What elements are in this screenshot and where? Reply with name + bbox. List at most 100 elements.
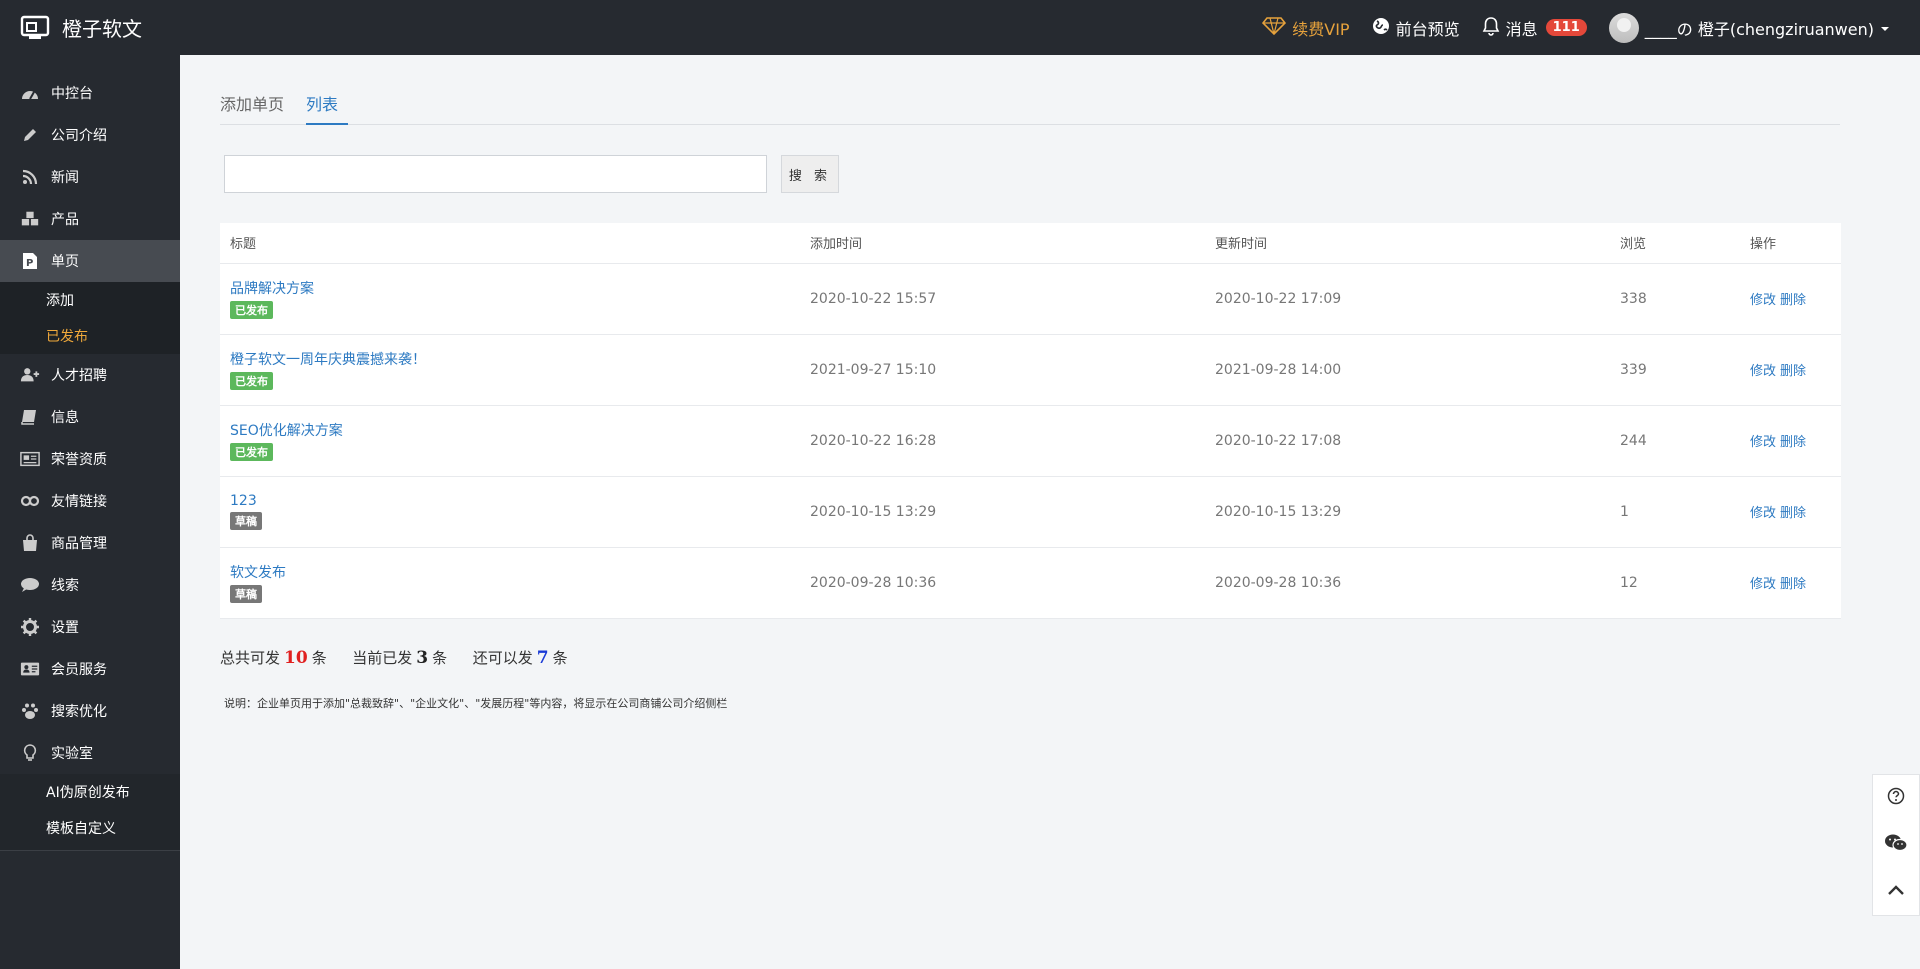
row-updated-time: 2020-10-22 17:08 bbox=[1205, 405, 1610, 477]
sidebar-item-label: 实验室 bbox=[51, 746, 93, 762]
id-card-icon bbox=[20, 659, 40, 679]
sidebar-item-label: 商品管理 bbox=[51, 536, 107, 552]
sidebar-item-member-service[interactable]: 会员服务 bbox=[0, 648, 180, 690]
unit-label: 条 bbox=[311, 649, 327, 667]
status-badge: 已发布 bbox=[230, 301, 273, 319]
sidebar-item-info[interactable]: 信息 bbox=[0, 396, 180, 438]
submenu-item-published[interactable]: 已发布 bbox=[0, 318, 180, 354]
column-header-actions: 操作 bbox=[1740, 223, 1841, 264]
row-views: 244 bbox=[1610, 405, 1740, 477]
messages-link[interactable]: 消息 111 bbox=[1482, 16, 1587, 40]
sidebar-item-news[interactable]: 新闻 bbox=[0, 156, 180, 198]
description-note: 说明：企业单页用于添加"总裁致辞"、"企业文化"、"发展历程"等内容，将显示在公… bbox=[224, 697, 728, 710]
main-content: 添加单页 列表 搜 索 标题 添加时间 更新时间 浏览 操作 品牌解决方案 已发… bbox=[180, 55, 1920, 969]
delete-link[interactable]: 删除 bbox=[1780, 435, 1806, 450]
quota-summary: 总共可发 10 条 当前已发 3 条 还可以发 7 条 bbox=[220, 647, 568, 668]
unit-label: 条 bbox=[552, 649, 568, 667]
edit-link[interactable]: 修改 bbox=[1750, 506, 1776, 521]
sidebar-item-goods[interactable]: 商品管理 bbox=[0, 522, 180, 564]
sidebar-item-company-intro[interactable]: 公司介绍 bbox=[0, 114, 180, 156]
search-input[interactable] bbox=[224, 155, 767, 193]
front-preview-label: 前台预览 bbox=[1395, 19, 1460, 39]
delete-link[interactable]: 删除 bbox=[1780, 293, 1806, 308]
sidebar-item-leads[interactable]: 线索 bbox=[0, 564, 180, 606]
newspaper-icon bbox=[20, 449, 40, 469]
edit-link[interactable]: 修改 bbox=[1750, 577, 1776, 592]
row-added-time: 2020-09-28 10:36 bbox=[800, 547, 1205, 619]
delete-link[interactable]: 删除 bbox=[1780, 364, 1806, 379]
tab-list[interactable]: 列表 bbox=[306, 85, 349, 125]
sidebar-item-single-page[interactable]: P 单页 bbox=[0, 240, 180, 282]
messages-label: 消息 bbox=[1505, 19, 1538, 39]
column-header-added: 添加时间 bbox=[800, 223, 1205, 264]
table-row: 软文发布草稿 2020-09-28 10:36 2020-09-28 10:36… bbox=[220, 547, 1841, 619]
sidebar-item-label: 荣誉资质 bbox=[51, 452, 107, 468]
edit-link[interactable]: 修改 bbox=[1750, 364, 1776, 379]
sidebar-item-seo[interactable]: 搜索优化 bbox=[0, 690, 180, 732]
help-button[interactable] bbox=[1882, 784, 1910, 812]
cubes-icon bbox=[20, 209, 40, 229]
sidebar-item-label: 公司介绍 bbox=[51, 128, 107, 144]
sidebar-item-label: 产品 bbox=[51, 212, 79, 228]
sidebar-item-lab[interactable]: 实验室 bbox=[0, 732, 180, 774]
row-views: 338 bbox=[1610, 263, 1740, 335]
tab-bar: 添加单页 列表 bbox=[220, 85, 1840, 125]
question-circle-icon bbox=[1887, 787, 1905, 809]
delete-link[interactable]: 删除 bbox=[1780, 506, 1806, 521]
table-row: 橙子软文一周年庆典震撼来袭！ 已发布 2021-09-27 15:10 2021-… bbox=[220, 334, 1841, 406]
pencil-icon bbox=[20, 125, 40, 145]
delete-link[interactable]: 删除 bbox=[1780, 577, 1806, 592]
row-updated-time: 2020-09-28 10:36 bbox=[1205, 547, 1610, 619]
dashboard-icon bbox=[20, 83, 40, 103]
current-count: 3 bbox=[416, 648, 429, 668]
sidebar-item-recruitment[interactable]: 人才招聘 bbox=[0, 354, 180, 396]
chevron-up-icon bbox=[1887, 884, 1905, 900]
sidebar-menu: 中控台 公司介绍 新闻 产品 P 单页 添加 已发布 人才招聘 信息 荣誉资质 … bbox=[0, 55, 180, 851]
row-title-link[interactable]: 品牌解决方案 bbox=[230, 278, 800, 298]
user-plus-icon bbox=[20, 365, 40, 385]
sidebar-item-label: 友情链接 bbox=[51, 494, 107, 510]
search-button[interactable]: 搜 索 bbox=[781, 155, 839, 193]
row-added-time: 2020-10-22 16:28 bbox=[800, 405, 1205, 477]
submenu-item-ai-rewrite[interactable]: AI伪原创发布 bbox=[0, 774, 180, 810]
svg-text:P: P bbox=[26, 258, 33, 269]
submenu-item-add[interactable]: 添加 bbox=[0, 282, 180, 318]
total-count: 10 bbox=[284, 648, 308, 668]
back-to-top-button[interactable] bbox=[1882, 878, 1910, 906]
row-title-link[interactable]: 橙子软文一周年庆典震撼来袭！ bbox=[230, 349, 800, 369]
sidebar-item-settings[interactable]: 设置 bbox=[0, 606, 180, 648]
renew-vip-link[interactable]: 续费VIP bbox=[1262, 16, 1350, 40]
sidebar-item-dashboard[interactable]: 中控台 bbox=[0, 72, 180, 114]
row-title-link[interactable]: SEO优化解决方案 bbox=[230, 420, 800, 440]
wechat-button[interactable] bbox=[1882, 831, 1910, 859]
front-preview-link[interactable]: 前台预览 bbox=[1372, 16, 1460, 40]
status-badge: 草稿 bbox=[230, 512, 262, 530]
sidebar-item-products[interactable]: 产品 bbox=[0, 198, 180, 240]
row-added-time: 2020-10-15 13:29 bbox=[800, 476, 1205, 548]
sidebar-item-label: 设置 bbox=[51, 620, 79, 636]
status-badge: 草稿 bbox=[230, 585, 262, 603]
submenu-item-template[interactable]: 模板自定义 bbox=[0, 810, 180, 846]
sidebar-item-label: 中控台 bbox=[51, 86, 93, 102]
logo-icon bbox=[20, 15, 50, 41]
row-title-link[interactable]: 123 bbox=[230, 493, 800, 509]
row-title-link[interactable]: 软文发布 bbox=[230, 562, 800, 582]
sidebar-item-label: 人才招聘 bbox=[51, 368, 107, 384]
row-updated-time: 2020-10-22 17:09 bbox=[1205, 263, 1610, 335]
tab-add-single-page[interactable]: 添加单页 bbox=[220, 85, 294, 125]
edit-link[interactable]: 修改 bbox=[1750, 435, 1776, 450]
sidebar-item-honors[interactable]: 荣誉资质 bbox=[0, 438, 180, 480]
paw-icon bbox=[20, 701, 40, 721]
messages-count-badge: 111 bbox=[1545, 19, 1587, 36]
brand[interactable]: 橙子软文 bbox=[20, 0, 142, 55]
edit-link[interactable]: 修改 bbox=[1750, 293, 1776, 308]
sidebar-item-label: 新闻 bbox=[51, 170, 79, 186]
renew-vip-label: 续费VIP bbox=[1292, 19, 1350, 39]
book-icon bbox=[20, 407, 40, 427]
row-added-time: 2020-10-22 15:57 bbox=[800, 263, 1205, 335]
sidebar-item-friend-links[interactable]: 友情链接 bbox=[0, 480, 180, 522]
current-prefix: 当前已发 bbox=[352, 649, 413, 667]
comment-icon bbox=[20, 575, 40, 595]
bell-icon bbox=[1482, 16, 1500, 40]
user-menu[interactable]: ____の 橙子(chengziruanwen) bbox=[1608, 12, 1890, 43]
